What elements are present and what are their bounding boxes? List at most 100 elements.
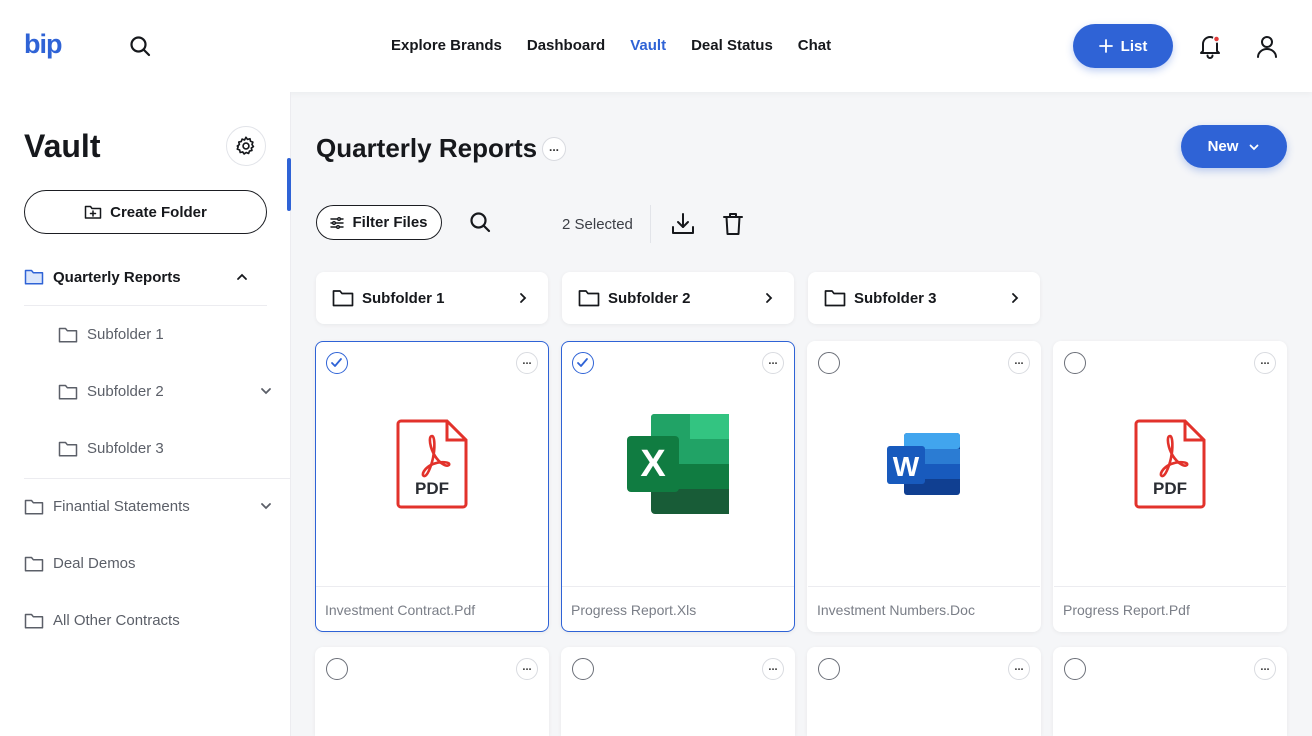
folder-icon [24, 499, 44, 514]
file-card-progress-report-pdf[interactable]: PDF ... Progress Report.Pdf [1053, 341, 1287, 632]
file-card-investment-contract[interactable]: PDF ... Investment Contract.Pdf [315, 341, 549, 632]
sidebar-item-label: Subfolder 1 [87, 326, 164, 343]
new-button[interactable]: New [1181, 125, 1287, 168]
sidebar-item-quarterly-reports[interactable]: Quarterly Reports [24, 249, 267, 306]
checkmark-icon [577, 358, 588, 367]
select-checkbox[interactable] [572, 658, 594, 680]
nav-deal-status[interactable]: Deal Status [691, 37, 773, 54]
sidebar-item-subfolder-3[interactable]: Subfolder 3 [58, 420, 291, 477]
select-checkbox[interactable] [326, 352, 348, 374]
nav-chat[interactable]: Chat [798, 37, 831, 54]
sidebar-item-label: Deal Demos [53, 555, 136, 572]
select-checkbox[interactable] [818, 658, 840, 680]
bip-logo[interactable]: bip [24, 29, 62, 60]
sidebar-item-label: Subfolder 2 [87, 383, 164, 400]
filter-files-label: Filter Files [352, 214, 428, 231]
sidebar-item-subfolder-2[interactable]: Subfolder 2 [58, 363, 291, 420]
folder-icon [58, 327, 78, 342]
add-list-button[interactable]: List [1073, 24, 1173, 68]
file-card-investment-numbers[interactable]: W ... Investment Numbers.Doc [807, 341, 1041, 632]
excel-file-icon: X [627, 414, 729, 514]
sidebar-item-deal-demos[interactable]: Deal Demos [24, 535, 291, 592]
download-icon[interactable] [670, 211, 696, 237]
nav-dashboard[interactable]: Dashboard [527, 37, 605, 54]
page-title: Quarterly Reports [316, 133, 538, 163]
nav-explore-brands[interactable]: Explore Brands [391, 37, 502, 54]
folder-card-label: Subfolder 1 [362, 289, 445, 307]
folder-plus-icon [84, 205, 102, 219]
main-nav: Explore Brands Dashboard Vault Deal Stat… [391, 37, 856, 54]
select-checkbox[interactable] [1064, 352, 1086, 374]
file-name: Investment Contract.Pdf [316, 586, 548, 631]
checkmark-icon [331, 358, 342, 367]
sidebar-item-subfolder-1[interactable]: Subfolder 1 [58, 306, 291, 363]
file-more-options-button[interactable]: ... [1254, 658, 1276, 680]
file-name: Progress Report.Pdf [1054, 586, 1286, 631]
search-icon[interactable] [128, 34, 152, 58]
trash-icon[interactable] [720, 211, 746, 237]
folder-card-subfolder-2[interactable]: Subfolder 2 [562, 272, 794, 324]
sidebar-item-label: Subfolder 3 [87, 440, 164, 457]
file-more-options-button[interactable]: ... [516, 658, 538, 680]
chevron-right-icon [766, 293, 773, 303]
select-checkbox[interactable] [326, 658, 348, 680]
file-card[interactable]: ... [1053, 647, 1287, 736]
excel-letter: X [640, 443, 666, 485]
folder-card-subfolder-1[interactable]: Subfolder 1 [316, 272, 548, 324]
select-checkbox[interactable] [1064, 658, 1086, 680]
file-card[interactable]: ... [807, 647, 1041, 736]
file-preview: W [808, 342, 1040, 586]
file-card-progress-report-xls[interactable]: X ... Progress Report.Xls [561, 341, 795, 632]
filter-files-button[interactable]: Filter Files [316, 205, 442, 240]
gear-icon [236, 136, 255, 155]
active-item-indicator [287, 158, 291, 211]
file-more-options-button[interactable]: ... [1008, 352, 1030, 374]
notification-bell-icon[interactable] [1197, 33, 1223, 59]
select-checkbox[interactable] [818, 352, 840, 374]
folder-more-options-button[interactable]: ... [542, 137, 566, 161]
pdf-file-icon: PDF [396, 419, 468, 509]
file-more-options-button[interactable]: ... [516, 352, 538, 374]
user-profile-icon[interactable] [1254, 33, 1280, 59]
file-preview: PDF [316, 342, 548, 586]
create-folder-button[interactable]: Create Folder [24, 190, 267, 234]
new-button-label: New [1207, 138, 1239, 155]
folder-icon [24, 269, 44, 285]
folder-icon [24, 613, 44, 628]
file-card[interactable]: ... [315, 647, 549, 736]
file-more-options-button[interactable]: ... [762, 352, 784, 374]
chevron-down-icon[interactable] [259, 384, 273, 398]
nav-vault[interactable]: Vault [630, 37, 666, 54]
file-preview: PDF [1054, 342, 1286, 586]
folder-card-subfolder-3[interactable]: Subfolder 3 [808, 272, 1040, 324]
settings-button[interactable] [226, 126, 266, 166]
sidebar-item-financial-statements[interactable]: Finantial Statements [24, 478, 291, 535]
file-name: Progress Report.Xls [562, 586, 794, 631]
sidebar-item-label: Quarterly Reports [53, 268, 181, 286]
word-file-icon: W [887, 433, 960, 495]
chevron-down-icon [1250, 144, 1259, 150]
word-letter: W [893, 451, 920, 482]
list-button-label: List [1120, 37, 1148, 55]
file-card[interactable]: ... [561, 647, 795, 736]
selected-count: 2 Selected [562, 216, 633, 233]
pdf-label: PDF [415, 479, 449, 498]
select-checkbox[interactable] [572, 352, 594, 374]
sidebar-item-label: All Other Contracts [53, 612, 180, 629]
chevron-down-icon[interactable] [259, 499, 273, 513]
file-more-options-button[interactable]: ... [1254, 352, 1276, 374]
sidebar-item-all-other-contracts[interactable]: All Other Contracts [24, 592, 291, 649]
file-more-options-button[interactable]: ... [1008, 658, 1030, 680]
vault-sidebar: Vault Create Folder Quarterly Reports Su… [0, 92, 291, 736]
file-more-options-button[interactable]: ... [762, 658, 784, 680]
folder-card-label: Subfolder 3 [854, 289, 937, 307]
chevron-up-icon[interactable] [235, 270, 249, 284]
toolbar-divider [650, 205, 651, 243]
pdf-label: PDF [1153, 479, 1187, 498]
chevron-right-icon [1012, 293, 1019, 303]
sidebar-item-label: Finantial Statements [53, 498, 190, 515]
plus-icon [1098, 39, 1113, 53]
folder-icon [824, 290, 846, 307]
search-files-icon[interactable] [468, 210, 492, 234]
sidebar-title: Vault [24, 128, 101, 164]
